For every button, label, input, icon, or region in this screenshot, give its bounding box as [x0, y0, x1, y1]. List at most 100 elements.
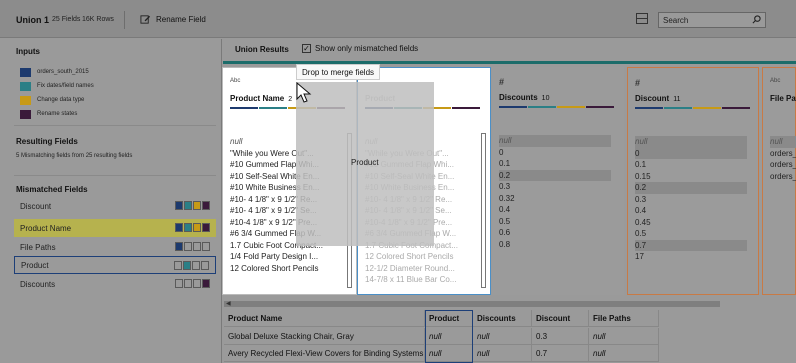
field-name-text: Discounts	[499, 93, 538, 102]
input-presence-swatch	[184, 201, 192, 210]
value-item[interactable]: 0.45	[635, 217, 747, 229]
search-placeholder: Search	[663, 16, 689, 25]
mismatched-field-row[interactable]: Product	[14, 256, 216, 274]
mismatched-filter-label: Show only mismatched fields	[315, 44, 419, 53]
input-label: Change data type	[37, 97, 85, 103]
number-type-icon: #	[635, 78, 641, 88]
value-item[interactable]: 0.8	[499, 239, 611, 251]
input-presence-swatch	[192, 261, 200, 270]
value-item[interactable]: orders_	[770, 148, 796, 160]
value-item[interactable]: 0.5	[635, 228, 747, 240]
edit-icon	[140, 15, 151, 24]
grid-header-cell[interactable]: Discount	[532, 310, 589, 327]
grid-cell[interactable]: null	[473, 345, 532, 362]
input-item[interactable]: Fix dates/field names	[20, 79, 94, 93]
input-source-bar	[557, 106, 585, 108]
value-item[interactable]: 0.5	[499, 216, 611, 228]
value-item[interactable]: null	[770, 136, 796, 148]
mismatched-field-row[interactable]: File Paths	[14, 238, 216, 256]
input-presence-swatch	[193, 279, 201, 288]
value-item[interactable]: 0.7	[635, 239, 747, 251]
grid-cell[interactable]: 0.7	[532, 345, 589, 362]
horizontal-scrollbar[interactable]	[224, 301, 720, 307]
value-item[interactable]: 0.4	[635, 205, 747, 217]
input-label: Fix dates/field names	[37, 83, 94, 89]
left-panel: Inputs orders_south_2015 Fix dates/field …	[0, 39, 222, 363]
value-item[interactable]: 0	[499, 147, 611, 159]
layout-toggle-icon[interactable]	[636, 13, 648, 24]
inputs-heading: Inputs	[16, 47, 40, 56]
check-icon: ✓	[302, 44, 311, 53]
value-item[interactable]: 0.1	[499, 158, 611, 170]
value-item[interactable]: 0.3	[635, 194, 747, 206]
rename-field-button[interactable]: Rename Field	[140, 14, 206, 25]
value-item[interactable]: 0.6	[499, 227, 611, 239]
resulting-summary: 5 Mismatching fields from 25 resulting f…	[16, 153, 133, 159]
value-item[interactable]: 0.2	[635, 182, 747, 194]
value-item[interactable]: 0.32	[499, 193, 611, 205]
inputs-list: orders_south_2015 Fix dates/field names Ch…	[20, 65, 94, 121]
grid-header-cell[interactable]: Product	[425, 310, 473, 327]
grid-header-cell[interactable]: Product Name	[224, 310, 425, 327]
mismatched-field-label: Discounts	[20, 279, 56, 289]
value-item[interactable]: 1/4 Fold Party Design I...	[230, 251, 345, 263]
field-profile-card[interactable]: AbcFile Pathsnullorders_orders_orders_	[762, 67, 796, 295]
value-list: null orders_ orders_ orders_	[770, 136, 796, 182]
input-item[interactable]: Change data type	[20, 93, 94, 107]
value-item[interactable]: 0.1	[635, 159, 747, 171]
grid-header-cell[interactable]: Discounts	[473, 310, 532, 327]
mismatched-field-label: Product	[21, 260, 49, 270]
grid-header-cell[interactable]: File Paths	[589, 310, 659, 327]
data-grid: Product Name Product Discounts Discount File…	[224, 310, 659, 363]
scroll-left-arrow-icon[interactable]: ◀	[226, 300, 231, 307]
input-item[interactable]: orders_south_2015	[20, 65, 94, 79]
value-scrollbar[interactable]	[481, 133, 486, 288]
input-presence-swatches	[175, 279, 210, 288]
value-item[interactable]: 12-1/2 Diameter Round...	[365, 263, 479, 275]
value-item[interactable]: orders_	[770, 171, 796, 183]
value-item[interactable]: 12 Colored Short Pencils	[230, 263, 345, 275]
input-color-swatch	[20, 95, 31, 105]
value-item[interactable]: 0.15	[635, 171, 747, 183]
grid-cell[interactable]: null	[473, 328, 532, 345]
toolbar-divider	[124, 11, 125, 29]
input-item[interactable]: Rename states	[20, 107, 94, 121]
field-profile-card[interactable]: # Discount 11 null 0 0.1 0.15 0.2 0.3 0.4 0.45 0.5 0…	[627, 67, 759, 295]
cursor-icon	[296, 82, 312, 103]
grid-cell[interactable]: null	[589, 328, 659, 345]
field-value-count: 10	[541, 95, 550, 102]
tab-union-results[interactable]: Union Results	[235, 45, 289, 54]
step-title: Union 1	[16, 15, 49, 25]
input-presence-swatch	[202, 201, 210, 210]
value-item[interactable]: orders_	[770, 159, 796, 171]
field-name-text: File Paths	[770, 94, 796, 103]
grid-cell[interactable]: Avery Recycled Flexi-View Covers for Bin…	[224, 345, 425, 362]
grid-cell[interactable]: Global Deluxe Stacking Chair, Gray	[224, 328, 425, 345]
value-item[interactable]: null	[499, 135, 611, 147]
value-item[interactable]: null	[635, 136, 747, 148]
mismatched-field-row[interactable]: Discount	[14, 197, 216, 215]
search-input[interactable]: Search	[658, 12, 766, 28]
value-item[interactable]: 0.4	[499, 204, 611, 216]
value-item[interactable]: 12 Colored Short Pencils	[365, 251, 479, 263]
grid-cell[interactable]: 0.3	[532, 328, 589, 345]
grid-cell[interactable]: null	[425, 345, 473, 362]
mismatched-field-row[interactable]: Discounts	[14, 275, 216, 293]
input-presence-swatches	[175, 201, 210, 210]
input-source-bar	[586, 106, 614, 108]
field-profile-card[interactable]: # Discounts 10 null 0 0.1 0.2 0.3 0.32 0.4 0.5 0.6 0…	[492, 67, 624, 295]
mismatched-field-row[interactable]: Product Name	[14, 219, 216, 237]
grid-cell[interactable]: null	[589, 345, 659, 362]
value-item[interactable]: 0	[635, 147, 747, 159]
value-item[interactable]: 14-7/8 x 11 Blue Bar Co...	[365, 274, 479, 286]
input-label: Rename states	[37, 111, 78, 117]
input-presence-swatch	[184, 279, 192, 288]
fields-count: 25 Fields	[52, 16, 81, 23]
value-item[interactable]: 17	[635, 251, 747, 263]
value-item[interactable]: 0.3	[499, 181, 611, 193]
value-item[interactable]: 0.2	[499, 169, 611, 181]
mismatched-filter-checkbox[interactable]: ✓ Show only mismatched fields	[302, 44, 418, 53]
string-type-icon: Abc	[230, 78, 241, 84]
grid-cell[interactable]: null	[425, 328, 473, 345]
field-value-count: 11	[673, 96, 681, 103]
